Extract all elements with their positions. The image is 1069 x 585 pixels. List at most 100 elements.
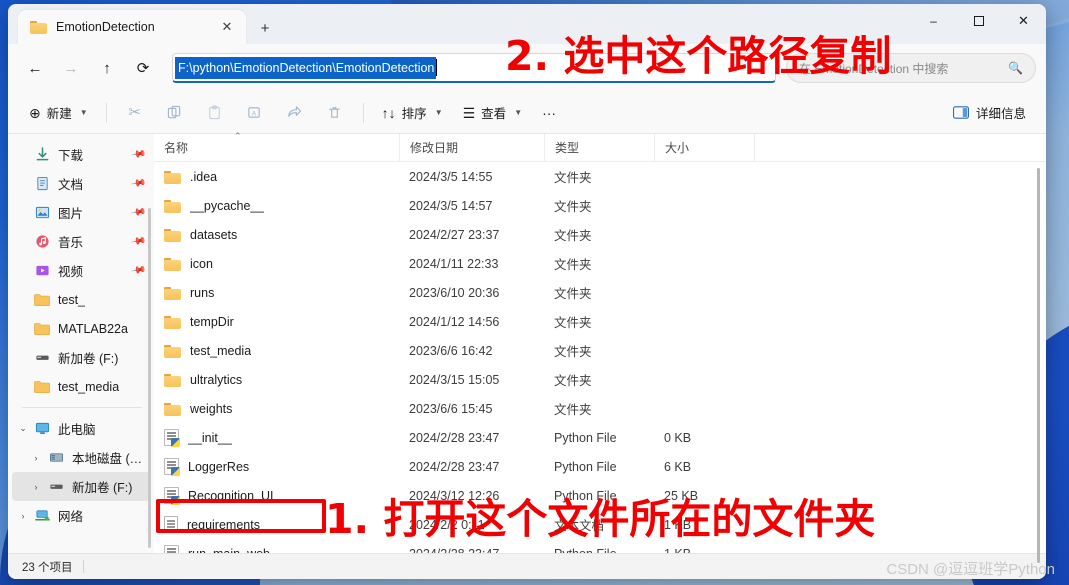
new-button[interactable]: ⊕ 新建 ▼: [20, 98, 97, 128]
file-type: 文件夹: [554, 345, 592, 359]
paste-button[interactable]: [196, 98, 234, 128]
sidebar-tree-item-[interactable]: ⌄ 此电脑: [12, 414, 150, 443]
sidebar-item-matlab22a[interactable]: MATLAB22a: [12, 314, 150, 343]
sidebar-item-f[interactable]: 新加卷 (F:): [12, 343, 150, 372]
file-date: 2023/6/6 15:45: [409, 401, 493, 416]
file-name-cell[interactable]: datasets: [154, 228, 399, 242]
file-row[interactable]: weights 2023/6/6 15:45 文件夹: [154, 394, 1046, 423]
sidebar-tree-item-c[interactable]: › 本地磁盘 (C:): [12, 443, 150, 472]
up-button[interactable]: ↑: [90, 52, 124, 84]
rename-button[interactable]: A: [236, 98, 274, 128]
close-button[interactable]: ✕: [1001, 4, 1046, 38]
file-name-cell[interactable]: tempDir: [154, 315, 399, 329]
file-row[interactable]: run_main_web 2024/2/28 23:47Python File1 …: [154, 539, 1046, 553]
sidebar-item-[interactable]: 视频 📌: [12, 256, 150, 285]
copy-button[interactable]: [156, 98, 194, 128]
sidebar-item-test_media[interactable]: test_media: [12, 372, 150, 401]
file-row[interactable]: .idea 2024/3/5 14:55 文件夹: [154, 162, 1046, 191]
chevron-right-icon[interactable]: ›: [30, 482, 42, 492]
sidebar-item-test_[interactable]: test_: [12, 285, 150, 314]
sidebar-tree-item-f[interactable]: › 新加卷 (F:): [12, 472, 150, 501]
view-icon: ☰: [462, 104, 476, 121]
file-name-cell[interactable]: requirements: [154, 516, 399, 533]
column-header-date-label: 修改日期: [410, 141, 459, 155]
file-row[interactable]: requirements 2024/2/2 0:11 文本文档 1 KB: [154, 510, 1046, 539]
more-options-button[interactable]: ···: [533, 98, 565, 128]
file-name-cell[interactable]: runs: [154, 286, 399, 300]
cut-button[interactable]: ✂: [116, 98, 154, 128]
new-button-label: 新建: [46, 107, 72, 121]
status-bar: 23 个项目: [8, 553, 1046, 579]
folder-icon: [34, 292, 50, 308]
chevron-right-icon[interactable]: ›: [17, 511, 29, 521]
file-name-cell[interactable]: __pycache__: [154, 199, 399, 213]
python-file-icon: [164, 545, 179, 553]
file-list-scrollbar[interactable]: [1037, 168, 1040, 563]
file-row[interactable]: ultralytics 2024/3/15 15:05 文件夹: [154, 365, 1046, 394]
address-bar[interactable]: F:\python\EmotionDetection\EmotionDetect…: [172, 53, 776, 83]
file-date: 2024/1/12 14:56: [409, 314, 500, 329]
file-name-cell[interactable]: icon: [154, 257, 399, 271]
back-button[interactable]: ←: [18, 52, 52, 84]
file-name-cell[interactable]: Recognition_UI: [154, 487, 399, 505]
search-box[interactable]: 🔍 在 EmotionDetection 中搜索: [786, 53, 1036, 83]
column-header-type[interactable]: 类型: [544, 133, 654, 162]
file-date: 2024/2/27 23:37: [409, 227, 500, 242]
minimize-button[interactable]: –: [911, 4, 956, 38]
file-type: 文件夹: [554, 287, 592, 301]
file-name-cell[interactable]: .idea: [154, 170, 399, 184]
sidebar-item-[interactable]: 下载 📌: [12, 140, 150, 169]
sidebar-item-[interactable]: 图片 📌: [12, 198, 150, 227]
file-row[interactable]: LoggerRes 2024/2/28 23:47 Python File 6 KB: [154, 452, 1046, 481]
sidebar-item-label: 音乐: [58, 236, 84, 250]
column-header-name[interactable]: 名称 ⌃: [154, 131, 399, 162]
sidebar-scrollbar[interactable]: [148, 208, 151, 548]
file-row[interactable]: __pycache__ 2024/3/5 14:57 文件夹: [154, 191, 1046, 220]
file-row[interactable]: datasets 2024/2/27 23:37 文件夹: [154, 220, 1046, 249]
sidebar-item-[interactable]: 音乐 📌: [12, 227, 150, 256]
sidebar-item-label: test_media: [58, 379, 120, 394]
share-button[interactable]: [276, 98, 314, 128]
scissors-icon: ✂: [128, 104, 141, 121]
sidebar-item-label: MATLAB22a: [58, 321, 128, 336]
file-row[interactable]: icon 2024/1/11 22:33 文件夹: [154, 249, 1046, 278]
copy-icon: [168, 105, 181, 119]
file-name-cell[interactable]: run_main_web: [154, 545, 399, 553]
file-name-cell[interactable]: test_media: [154, 344, 399, 358]
forward-button[interactable]: →: [54, 52, 88, 84]
maximize-button[interactable]: [956, 4, 1001, 38]
file-name-cell[interactable]: LoggerRes: [154, 458, 399, 476]
file-row[interactable]: __init__ 2024/2/28 23:47 Python File 0 KB: [154, 423, 1046, 452]
file-name-cell[interactable]: __init__: [154, 429, 399, 447]
column-header-date[interactable]: 修改日期: [399, 133, 544, 162]
folder-icon: [164, 344, 181, 358]
delete-button[interactable]: [316, 98, 354, 128]
file-row[interactable]: test_media 2023/6/6 16:42 文件夹: [154, 336, 1046, 365]
refresh-button[interactable]: ⟳: [126, 52, 160, 84]
tab-close-icon[interactable]: ✕: [216, 16, 238, 38]
sort-button[interactable]: ↑↓ 排序 ▼: [373, 98, 452, 128]
file-row[interactable]: tempDir 2024/1/12 14:56 文件夹: [154, 307, 1046, 336]
file-type: 文件夹: [554, 171, 592, 185]
column-header-size[interactable]: 大小: [654, 133, 754, 162]
file-type: Python File: [554, 459, 617, 474]
text-caret: [436, 59, 438, 76]
navigation-pane: 下载 📌 文档 📌 图片 📌 音乐 📌 视频 📌 test_ MATLAB22a 新加卷 (F:) tes…: [8, 134, 154, 553]
file-name-cell[interactable]: weights: [154, 402, 399, 416]
address-bar-value: F:\python\EmotionDetection\EmotionDetect…: [175, 56, 437, 79]
explorer-tab[interactable]: EmotionDetection ✕: [18, 10, 246, 44]
details-pane-button[interactable]: 详细信息: [945, 98, 1034, 128]
toolbar-divider: [105, 102, 107, 123]
sidebar-tree-item-[interactable]: › 网络: [12, 501, 150, 530]
file-row[interactable]: Recognition_UI 2024/3/12 12:26 Python File…: [154, 481, 1046, 510]
view-button[interactable]: ☰ 查看 ▼: [454, 98, 532, 128]
network-icon: [34, 508, 50, 524]
chevron-down-icon[interactable]: ⌄: [17, 423, 29, 434]
new-tab-icon[interactable]: +: [254, 17, 276, 39]
file-name-cell[interactable]: ultralytics: [154, 373, 399, 387]
folder-icon: [164, 228, 181, 242]
chevron-right-icon[interactable]: ›: [30, 453, 42, 463]
file-row[interactable]: runs 2023/6/10 20:36 文件夹: [154, 278, 1046, 307]
sidebar-item-[interactable]: 文档 📌: [12, 169, 150, 198]
column-headers: 名称 ⌃ 修改日期 类型 大小: [154, 131, 1046, 162]
